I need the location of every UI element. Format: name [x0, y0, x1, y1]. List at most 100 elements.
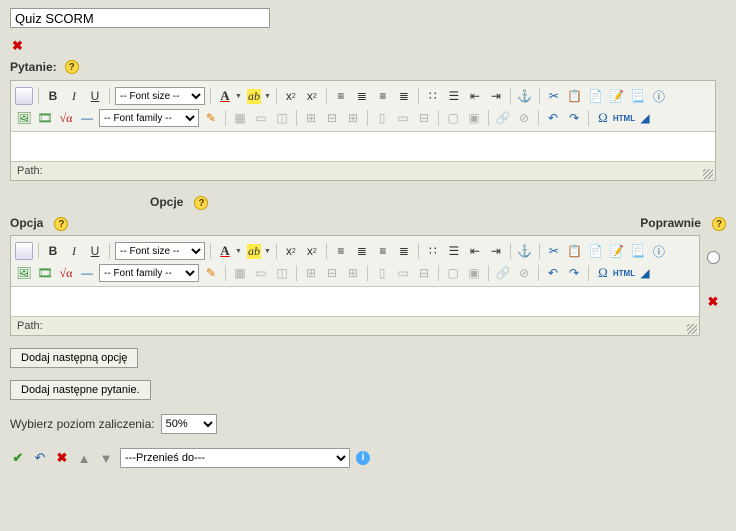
move-to-select[interactable]: ---Przenieś do--- — [120, 448, 350, 468]
math-icon[interactable]: √α — [57, 109, 75, 127]
table-border-icon[interactable]: ▢ — [444, 264, 462, 282]
outdent-icon[interactable]: ⇤ — [466, 242, 484, 260]
unlink-icon[interactable]: ⊘ — [515, 109, 533, 127]
row-props-icon[interactable]: ▭ — [252, 264, 270, 282]
copy-icon[interactable]: 📋 — [566, 242, 584, 260]
superscript-icon[interactable]: x2 — [303, 242, 321, 260]
highlight-icon[interactable]: ab — [245, 87, 263, 105]
dropdown-caret-icon[interactable]: ▼ — [264, 93, 271, 100]
split-cells-icon[interactable]: ▭ — [394, 109, 412, 127]
italic-icon[interactable]: I — [65, 87, 83, 105]
cell-props-icon[interactable]: ◫ — [273, 264, 291, 282]
help-icon[interactable]: ? — [194, 196, 208, 210]
undo-icon[interactable]: ↶ — [544, 264, 562, 282]
add-question-button[interactable]: Dodaj następne pytanie. — [10, 380, 151, 400]
font-family-select[interactable]: -- Font family -- — [99, 109, 199, 127]
unordered-list-icon[interactable]: ☰ — [445, 87, 463, 105]
align-justify-icon[interactable]: ≣ — [395, 87, 413, 105]
info-icon[interactable]: i — [356, 451, 370, 465]
help-icon[interactable]: ? — [54, 217, 68, 231]
link-icon[interactable]: 🔗 — [494, 109, 512, 127]
anchor-icon[interactable]: ⚓ — [516, 87, 534, 105]
font-color-icon[interactable]: A — [216, 87, 234, 105]
delete-icon[interactable]: ✖ — [54, 450, 70, 466]
align-left-icon[interactable]: ≡ — [332, 242, 350, 260]
dropdown-caret-icon[interactable]: ▼ — [235, 93, 242, 100]
help-icon[interactable]: ? — [65, 60, 79, 74]
cell-props-icon[interactable]: ◫ — [273, 109, 291, 127]
unordered-list-icon[interactable]: ☰ — [445, 242, 463, 260]
image-icon[interactable]: 🖼 — [15, 109, 33, 127]
paste-icon[interactable]: 📄 — [587, 87, 605, 105]
font-family-select[interactable]: -- Font family -- — [99, 264, 199, 282]
resize-handle-icon[interactable] — [703, 169, 713, 179]
row-props-icon[interactable]: ▭ — [252, 109, 270, 127]
delete-row-icon[interactable]: ⊟ — [323, 109, 341, 127]
link-icon[interactable]: 🔗 — [494, 264, 512, 282]
align-right-icon[interactable]: ≡ — [374, 87, 392, 105]
ordered-list-icon[interactable]: ∷ — [424, 87, 442, 105]
insert-row-icon[interactable]: ⊞ — [302, 109, 320, 127]
copy-icon[interactable]: 📋 — [566, 87, 584, 105]
delete-col-icon[interactable]: ⊟ — [415, 109, 433, 127]
html-source-icon[interactable]: HTML — [615, 264, 633, 282]
insert-row-icon[interactable]: ⊞ — [302, 264, 320, 282]
split-cells-icon[interactable]: ▭ — [394, 264, 412, 282]
add-option-button[interactable]: Dodaj następną opcję — [10, 348, 138, 368]
special-char-icon[interactable]: Ω — [594, 264, 612, 282]
font-color-icon[interactable]: A — [216, 242, 234, 260]
indent-icon[interactable]: ⇥ — [487, 242, 505, 260]
edit-css-icon[interactable]: ✎ — [202, 109, 220, 127]
media-icon[interactable]: 🎞 — [36, 109, 54, 127]
indent-icon[interactable]: ⇥ — [487, 87, 505, 105]
delete-quiz-icon[interactable]: ✖ — [12, 38, 23, 54]
media-icon[interactable]: 🎞 — [36, 264, 54, 282]
superscript-icon[interactable]: x2 — [303, 87, 321, 105]
hr-icon[interactable]: — — [78, 264, 96, 282]
subscript-icon[interactable]: x2 — [282, 87, 300, 105]
editor-help-icon[interactable]: ⓘ — [650, 87, 668, 105]
math-icon[interactable]: √α — [57, 264, 75, 282]
align-justify-icon[interactable]: ≣ — [395, 242, 413, 260]
redo-icon[interactable]: ↷ — [565, 264, 583, 282]
table-bg-icon[interactable]: ▣ — [465, 264, 483, 282]
newdoc-icon[interactable] — [15, 87, 33, 105]
insert-col-icon[interactable]: ⊞ — [344, 109, 362, 127]
bold-icon[interactable]: B — [44, 242, 62, 260]
correct-radio[interactable] — [707, 251, 720, 264]
insert-col-icon[interactable]: ⊞ — [344, 264, 362, 282]
quiz-title-input[interactable] — [10, 8, 270, 28]
image-icon[interactable]: 🖼 — [15, 264, 33, 282]
highlight-icon[interactable]: ab — [245, 242, 263, 260]
help-icon[interactable]: ? — [712, 217, 726, 231]
unlink-icon[interactable]: ⊘ — [515, 264, 533, 282]
move-up-icon[interactable]: ▲ — [76, 450, 92, 466]
special-char-icon[interactable]: Ω — [594, 109, 612, 127]
confirm-icon[interactable]: ✔ — [10, 450, 26, 466]
cut-icon[interactable]: ✂ — [545, 87, 563, 105]
align-center-icon[interactable]: ≣ — [353, 87, 371, 105]
move-down-icon[interactable]: ▼ — [98, 450, 114, 466]
paste-text-icon[interactable]: 📝 — [608, 242, 626, 260]
newdoc-icon[interactable] — [15, 242, 33, 260]
align-right-icon[interactable]: ≡ — [374, 242, 392, 260]
undo-icon[interactable]: ↶ — [544, 109, 562, 127]
table-border-icon[interactable]: ▢ — [444, 109, 462, 127]
pass-level-select[interactable]: 50% — [161, 414, 217, 434]
italic-icon[interactable]: I — [65, 242, 83, 260]
eraser-icon[interactable]: ◢ — [636, 109, 654, 127]
underline-icon[interactable]: U — [86, 87, 104, 105]
dropdown-caret-icon[interactable]: ▼ — [235, 248, 242, 255]
table-icon[interactable]: ▦ — [231, 264, 249, 282]
underline-icon[interactable]: U — [86, 242, 104, 260]
dropdown-caret-icon[interactable]: ▼ — [264, 248, 271, 255]
font-size-select[interactable]: -- Font size -- — [115, 87, 205, 105]
bold-icon[interactable]: B — [44, 87, 62, 105]
cut-icon[interactable]: ✂ — [545, 242, 563, 260]
paste-word-icon[interactable]: 📃 — [629, 242, 647, 260]
redo-icon[interactable]: ↷ — [565, 109, 583, 127]
align-left-icon[interactable]: ≡ — [332, 87, 350, 105]
font-size-select[interactable]: -- Font size -- — [115, 242, 205, 260]
paste-icon[interactable]: 📄 — [587, 242, 605, 260]
edit-css-icon[interactable]: ✎ — [202, 264, 220, 282]
